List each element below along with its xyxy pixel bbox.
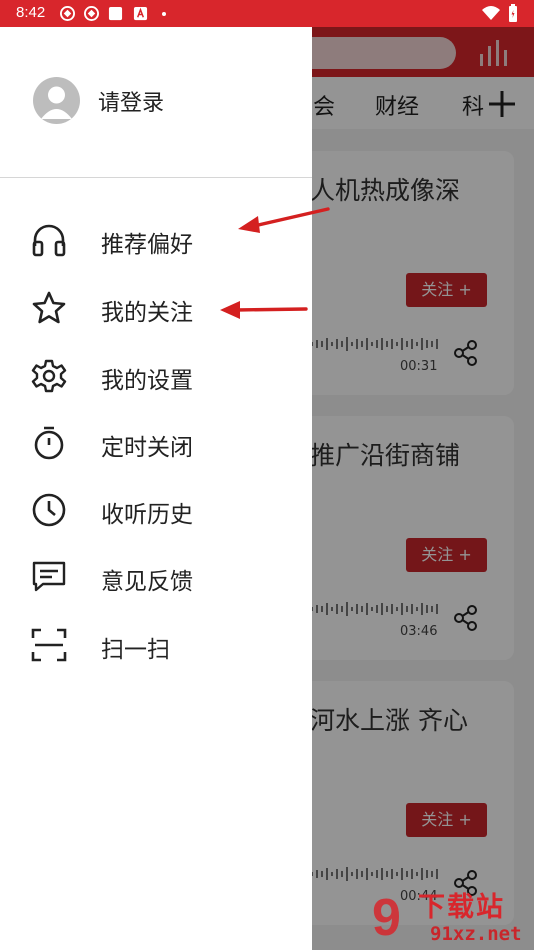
status-time: 8:42 (16, 4, 46, 21)
menu-label: 收听历史 (101, 502, 193, 528)
app-notification-icon (84, 6, 99, 21)
menu-item-sleep-timer[interactable]: 定时关闭 (0, 412, 312, 470)
menu-label: 推荐偏好 (101, 232, 193, 258)
menu-item-scan[interactable]: 扫一扫 (0, 614, 312, 672)
svg-text:9: 9 (372, 889, 401, 947)
square-notification-icon (108, 6, 123, 21)
app-a-notification-icon (133, 6, 148, 21)
star-icon (32, 291, 66, 324)
status-bar: 8:42 (0, 0, 534, 27)
menu-item-settings[interactable]: 我的设置 (0, 345, 312, 403)
headphones-icon (32, 224, 66, 257)
menu-label: 意见反馈 (101, 569, 193, 595)
profile-section[interactable]: 请登录 (0, 27, 312, 177)
user-avatar-icon (41, 86, 72, 119)
menu-label: 扫一扫 (101, 637, 170, 663)
clock-icon (32, 493, 66, 527)
menu-label: 我的关注 (101, 300, 193, 326)
app-notification-icon (60, 6, 75, 21)
avatar[interactable] (33, 77, 80, 124)
gear-icon (31, 359, 67, 393)
chat-icon (32, 561, 66, 592)
battery-icon (509, 4, 517, 22)
menu-label: 定时关闭 (101, 435, 193, 461)
watermark: 9 下载站 91xz.net (370, 885, 534, 950)
wifi-icon (482, 6, 500, 20)
divider (0, 177, 312, 178)
login-link[interactable]: 请登录 (98, 85, 164, 117)
annotation-arrow-icon (220, 301, 308, 319)
watermark-top-text: 下载站 (418, 892, 505, 923)
menu-item-feedback[interactable]: 意见反馈 (0, 546, 312, 604)
menu-label: 我的设置 (101, 368, 193, 394)
notification-dot-icon (162, 12, 166, 16)
stopwatch-icon (34, 426, 64, 460)
menu-item-history[interactable]: 收听历史 (0, 479, 312, 537)
annotation-arrow-icon (238, 207, 330, 233)
watermark-bottom-text: 91xz.net (430, 923, 522, 945)
navigation-drawer: 请登录 推荐偏好 我的关注 我的设置 定时关闭 收听历史 意见反馈 扫一扫 (0, 27, 312, 950)
scan-icon (31, 628, 67, 662)
